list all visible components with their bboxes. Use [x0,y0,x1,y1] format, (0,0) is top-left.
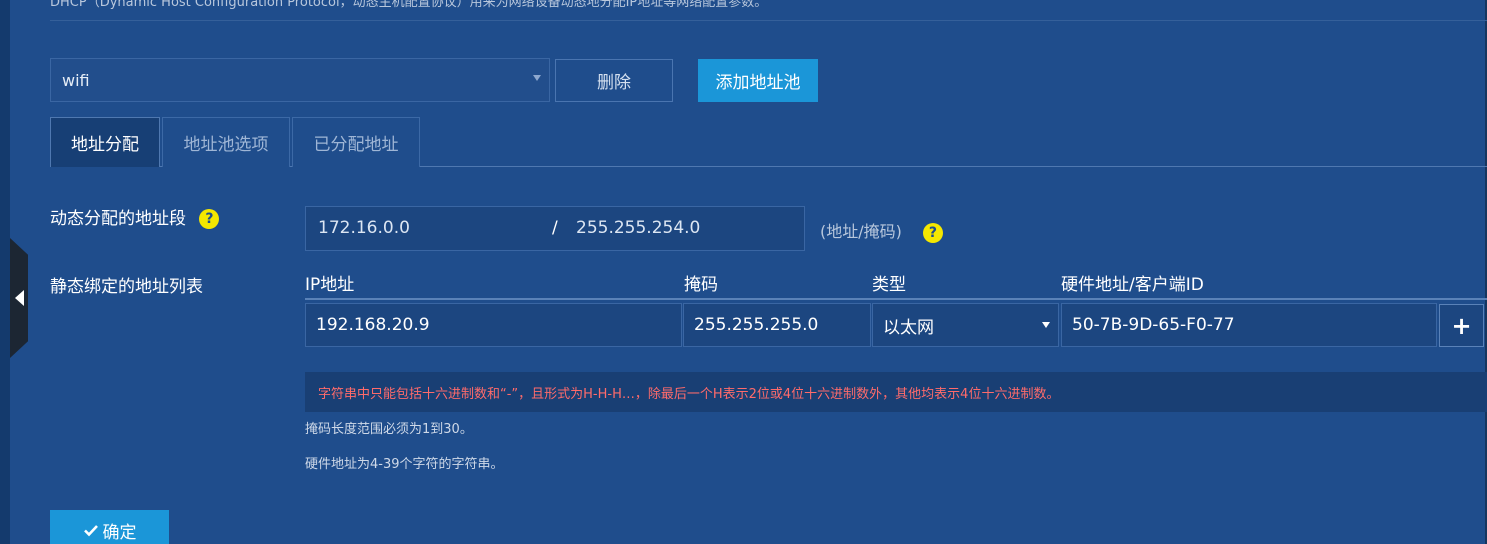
help-icon[interactable]: ? [922,222,943,243]
static-ip-input[interactable]: 192.168.20.9 [305,303,682,347]
delete-pool-button[interactable]: 删除 [555,59,673,102]
static-mask-input[interactable]: 255.255.255.0 [683,303,871,347]
table-header-divider [305,298,1487,300]
range-separator: / [552,218,558,238]
page-description: DHCP（Dynamic Host Configuration Protocol… [50,0,768,10]
address-pool-select[interactable]: wifi [50,58,550,102]
confirm-button-label: 确定 [102,522,137,543]
add-row-button[interactable]: + [1439,304,1484,347]
static-hw-address-input[interactable]: 50-7B-9D-65-F0-77 [1061,303,1437,347]
column-header-mask: 掩码 [684,275,718,295]
static-list-label: 静态绑定的地址列表 [50,277,203,297]
dynamic-range-label: 动态分配的地址段 [50,209,186,229]
validation-error: 字符串中只能包括十六进制数和“-”，且形式为H-H-H…，除最后一个H表示2位或… [305,372,1487,412]
chevron-left-icon [14,290,24,306]
add-pool-button[interactable]: 添加地址池 [698,59,818,102]
column-header-type: 类型 [872,275,906,295]
tab-pool-options[interactable]: 地址池选项 [162,117,290,167]
sidebar-collapse-toggle[interactable] [10,238,28,358]
dynamic-range-label-row: 动态分配的地址段 ? [50,204,220,229]
mask-length-note: 掩码长度范围必须为1到30。 [305,422,473,437]
divider [50,20,1487,21]
range-hint-row: (地址/掩码) ? [820,218,943,243]
range-format-hint: (地址/掩码) [820,222,902,241]
static-type-value: 以太网 [883,317,934,338]
tab-assigned-addresses[interactable]: 已分配地址 [292,117,420,167]
check-icon [83,525,98,537]
dynamic-range-mask: 255.255.254.0 [576,218,701,238]
column-header-ip: IP地址 [305,275,355,295]
hw-address-note: 硬件地址为4-39个字符的字符串。 [305,457,504,472]
chevron-down-icon [533,75,541,81]
chevron-down-icon [1042,322,1050,328]
confirm-button[interactable]: 确定 [50,510,169,544]
dynamic-range-ip: 172.16.0.0 [318,218,410,238]
left-edge-strip [0,0,10,544]
column-header-hw-address: 硬件地址/客户端ID [1061,275,1204,295]
tab-address-allocation[interactable]: 地址分配 [50,117,160,167]
static-type-select[interactable]: 以太网 [872,303,1059,347]
dynamic-range-field[interactable]: 172.16.0.0 / 255.255.254.0 [305,206,805,251]
help-icon[interactable]: ? [199,209,220,229]
address-pool-select-value: wifi [62,70,90,90]
